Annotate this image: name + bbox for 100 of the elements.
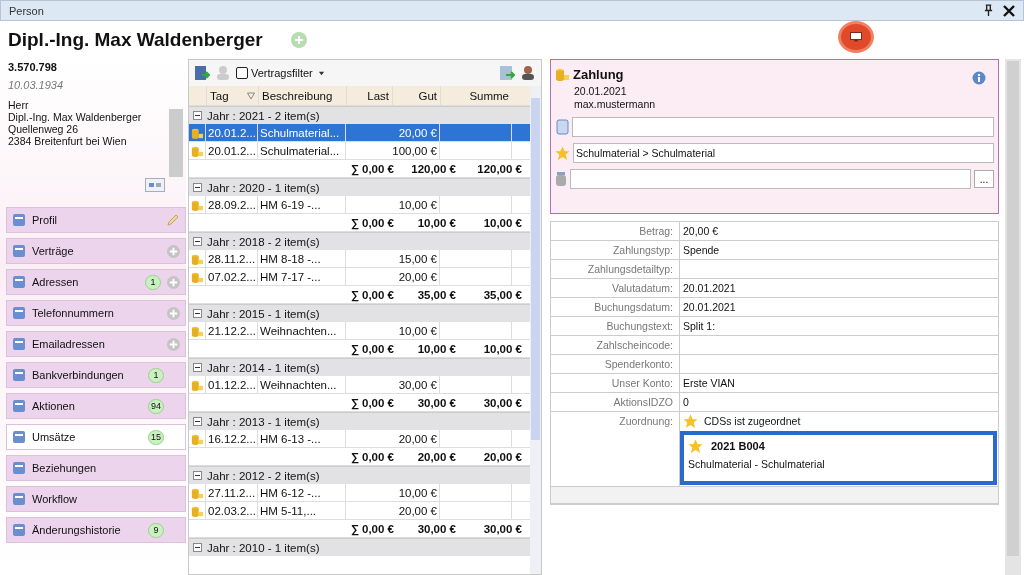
person-icon[interactable] — [520, 65, 536, 81]
collapse-icon[interactable] — [193, 183, 202, 192]
total-cell-text: ∑ 0,00 € — [349, 216, 394, 229]
property-label: Valutadatum: — [551, 279, 680, 297]
export-icon[interactable] — [499, 65, 515, 81]
nav-item[interactable]: Umsätze 15 — [6, 424, 186, 450]
table-cell: 21.12.2... — [206, 322, 258, 339]
table-row[interactable]: 16.12.2... HM 6-13 -... 20,00 € — [189, 430, 530, 448]
count-badge: 15 — [148, 429, 164, 445]
total-cell-text: ∑ 0,00 € — [349, 342, 394, 355]
table-row[interactable]: 28.11.2... HM 8-18 -... 15,00 € — [189, 250, 530, 268]
table-cell: HM 7-17 -... — [258, 268, 346, 285]
table-cell: 27.11.2... — [206, 484, 258, 501]
column-header[interactable]: Summe — [440, 86, 512, 105]
table-cell: 30,00 € — [398, 378, 437, 391]
nav-icon — [12, 337, 26, 351]
filter-icon[interactable] — [247, 91, 255, 100]
nav-icon — [12, 461, 26, 475]
table-cell: 20,00 € — [398, 432, 437, 445]
table-row[interactable]: 01.12.2... Weihnachten... 30,00 € — [189, 376, 530, 394]
column-header[interactable]: Tag — [206, 86, 258, 105]
monitor-button[interactable] — [838, 21, 874, 53]
property-label: Zahlungstyp: — [551, 241, 680, 259]
collapse-icon[interactable] — [193, 543, 202, 552]
nav-icon — [12, 523, 26, 537]
property-value: CDSs ist zugeordnet — [704, 414, 801, 429]
table-row[interactable]: 28.09.2... HM 6-19 -... 10,00 € — [189, 196, 530, 214]
property-value: 20.01.2021 — [683, 282, 736, 294]
card-icon[interactable] — [145, 178, 165, 192]
nav-icon — [12, 368, 26, 382]
info-icon[interactable] — [972, 71, 986, 85]
nav-item[interactable]: Verträge — [6, 238, 186, 264]
nav-item[interactable]: Workflow — [6, 486, 186, 512]
group-header: Jahr : 2013 - 1 item(s) — [207, 415, 320, 428]
property-label: AktionsIDZO — [551, 393, 680, 411]
nav-icon — [12, 399, 26, 413]
property-value: 20.01.2021 — [683, 301, 736, 313]
star-icon — [555, 145, 570, 161]
total-cell-text: ∑ 0,00 € — [349, 162, 394, 175]
table-row[interactable]: 02.03.2... HM 5-11,... 20,00 € — [189, 502, 530, 520]
input-field[interactable]: Schulmaterial > Schulmaterial — [573, 143, 994, 163]
payment-title: Zahlung — [573, 66, 624, 82]
total-cell-text: 20,00 € — [416, 450, 456, 463]
scrollbar[interactable] — [530, 86, 541, 574]
scrollbar[interactable] — [1005, 59, 1021, 575]
table-row[interactable]: 07.02.2... HM 7-17 -... 20,00 € — [189, 268, 530, 286]
property-label: Betrag: — [551, 222, 680, 240]
count-badge: 1 — [148, 367, 164, 383]
column-header[interactable]: Beschreibung — [258, 86, 346, 105]
caret-icon[interactable] — [317, 69, 325, 77]
nav-item[interactable]: Emailadressen — [6, 331, 186, 357]
collapse-icon[interactable] — [193, 363, 202, 372]
table-cell: 10,00 € — [398, 486, 437, 499]
property-value: 0 — [683, 396, 689, 408]
group-header: Jahr : 2021 - 2 item(s) — [207, 109, 320, 122]
scrollbar[interactable] — [169, 109, 183, 177]
table-cell: Weihnachten... — [258, 322, 346, 339]
nav-item[interactable]: Aktionen 94 — [6, 393, 186, 419]
table-row[interactable]: 27.11.2... HM 6-12 -... 10,00 € — [189, 484, 530, 502]
count-badge: 1 — [145, 274, 161, 290]
person-number: 3.570.798 — [7, 60, 58, 75]
browse-button[interactable]: ... — [974, 170, 994, 188]
column-header[interactable]: Last — [346, 86, 392, 105]
collapse-icon[interactable] — [193, 309, 202, 318]
payment-user: max.mustermann — [573, 98, 657, 111]
table-cell: 20,00 € — [398, 270, 437, 283]
table-cell: HM 8-18 -... — [258, 250, 346, 267]
input-field[interactable] — [570, 169, 971, 189]
collapse-icon[interactable] — [193, 111, 202, 120]
table-cell: HM 6-12 -... — [258, 484, 346, 501]
table-cell: 20.01.2... — [206, 124, 258, 141]
table-row[interactable]: 21.12.2... Weihnachten... 10,00 € — [189, 322, 530, 340]
nav-item[interactable]: Änderungshistorie 9 — [6, 517, 186, 543]
column-header[interactable]: Gut — [392, 86, 440, 105]
assignment-card[interactable]: 2021 B004 Schulmaterial - Schulmaterial — [680, 431, 997, 485]
collapse-icon[interactable] — [193, 237, 202, 246]
table-cell: Weihnachten... — [258, 376, 346, 393]
table-cell: HM 5-11,... — [258, 502, 346, 519]
table-cell: 02.03.2... — [206, 502, 258, 519]
collapse-icon[interactable] — [193, 471, 202, 480]
export-icon[interactable] — [194, 65, 210, 81]
table-cell: Schulmaterial... — [258, 142, 346, 159]
table-cell: 01.12.2... — [206, 376, 258, 393]
nav-item[interactable]: Adressen 1 — [6, 269, 186, 295]
table-row[interactable]: 20.01.2... Schulmaterial... 100,00 € — [189, 142, 530, 160]
nav-item[interactable]: Profil — [6, 207, 186, 233]
pin-icon[interactable] — [984, 4, 993, 17]
address-line: Herr — [8, 99, 30, 111]
nav-item[interactable]: Telefonnummern — [6, 300, 186, 326]
collapse-icon[interactable] — [193, 417, 202, 426]
coins-icon — [555, 67, 569, 81]
total-cell-text: 30,00 € — [416, 396, 456, 409]
nav-item[interactable]: Bankverbindungen 1 — [6, 362, 186, 388]
table-row[interactable]: 20.01.2... Schulmaterial... 20,00 € — [189, 124, 530, 142]
contract-filter-checkbox[interactable]: Vertragsfilter — [236, 67, 313, 79]
close-icon[interactable] — [1003, 4, 1015, 17]
input-field[interactable] — [572, 117, 994, 137]
total-cell-text: 120,00 € — [410, 162, 456, 175]
nav-item[interactable]: Beziehungen — [6, 455, 186, 481]
group-header: Jahr : 2010 - 1 item(s) — [207, 541, 320, 554]
